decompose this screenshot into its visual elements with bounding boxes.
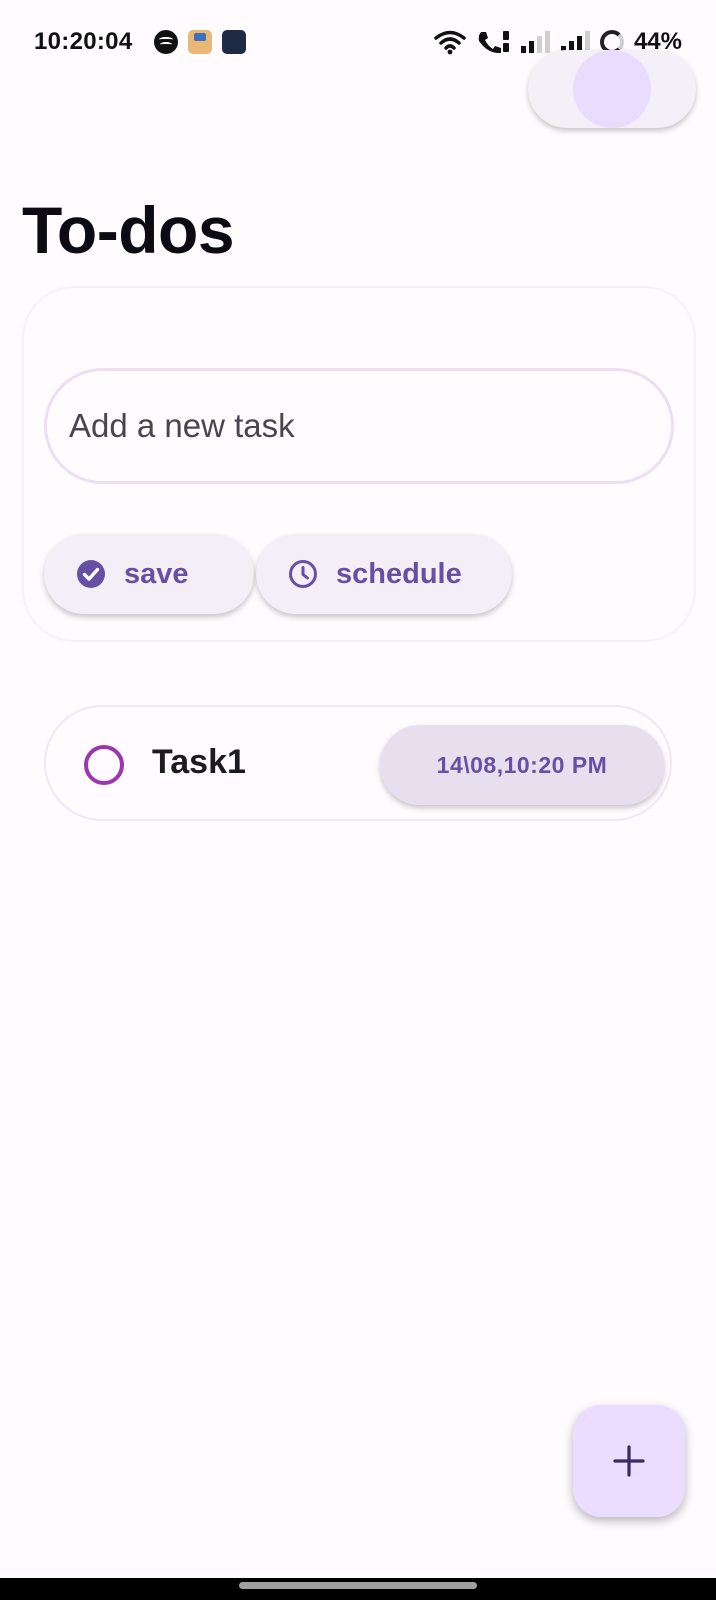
toggle-knob (573, 50, 651, 128)
package-app-icon (188, 30, 213, 54)
task-name: Task1 (152, 743, 246, 781)
status-bar-left: 10:20:04 (34, 28, 247, 56)
add-task-fab[interactable] (573, 1405, 685, 1517)
clock-icon (289, 560, 317, 588)
plus-icon (613, 1445, 645, 1477)
status-clock: 10:20:04 (34, 28, 133, 55)
theme-toggle-switch[interactable] (528, 50, 696, 128)
task-time-chip[interactable]: 14\08,10:20 PM (380, 725, 664, 805)
save-button[interactable]: save (44, 534, 254, 614)
save-button-label: save (124, 557, 189, 590)
spotify-icon (154, 30, 179, 54)
system-navigation-bar (0, 1578, 716, 1600)
page-title: To-dos (22, 193, 235, 267)
new-task-input[interactable] (44, 368, 674, 484)
schedule-button-label: schedule (336, 557, 462, 590)
wifi-icon (434, 30, 466, 55)
wifi-calling-icon (478, 31, 509, 54)
task-time-label: 14\08,10:20 PM (436, 751, 608, 778)
check-circle-icon (77, 560, 105, 588)
task-complete-radio[interactable] (84, 745, 124, 785)
new-task-card: save schedule (22, 286, 696, 642)
dark-app-icon (222, 30, 247, 54)
app-screen: 10:20:04 44% To-dos Add a new task save … (0, 0, 716, 1600)
signal-icon-sim1 (520, 31, 550, 53)
home-gesture-handle[interactable] (239, 1582, 477, 1589)
schedule-button[interactable]: schedule (256, 534, 512, 614)
task-list-item[interactable]: Task1 14\08,10:20 PM (44, 705, 672, 821)
